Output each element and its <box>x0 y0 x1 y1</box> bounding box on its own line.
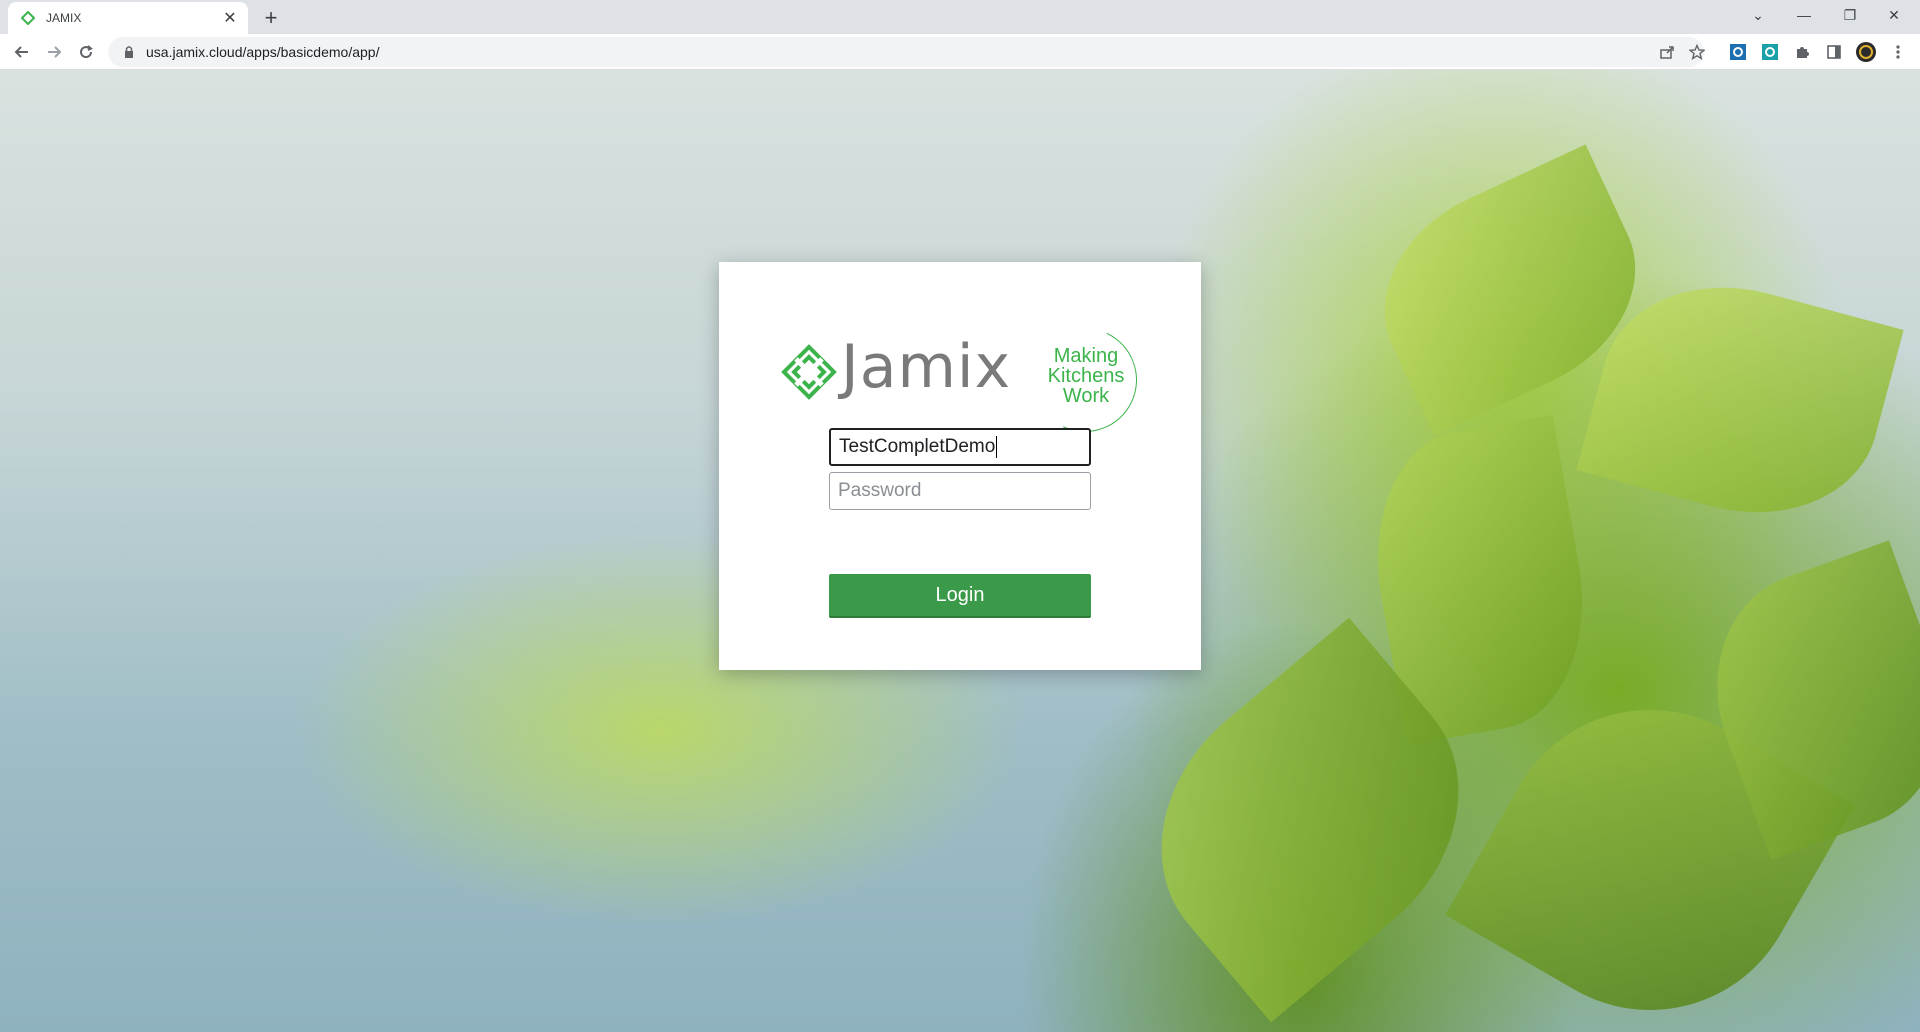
tagline-line: Making <box>1053 345 1119 367</box>
text-caret <box>996 436 998 458</box>
username-value: TestCompletDemo <box>839 436 996 457</box>
jamix-wordmark: Jamix <box>841 332 1012 402</box>
username-field[interactable]: TestCompletDemo <box>829 428 1091 466</box>
lock-icon[interactable] <box>122 45 136 59</box>
browser-tab-bar: JAMIX ✕ + ⌄ — ❐ ✕ <box>0 0 1920 34</box>
address-bar[interactable]: usa.jamix.cloud/apps/basicdemo/app/ <box>108 37 1705 67</box>
side-panel-icon[interactable] <box>1823 41 1845 63</box>
login-button[interactable]: Login <box>829 574 1091 618</box>
url-text: usa.jamix.cloud/apps/basicdemo/app/ <box>146 44 380 60</box>
tab-close-icon[interactable]: ✕ <box>220 8 240 28</box>
login-page-background: Jamix Making Kitchens Work TestCompletDe… <box>0 70 1920 1032</box>
chevron-down-icon[interactable]: ⌄ <box>1736 0 1780 30</box>
menu-dots-icon[interactable] <box>1887 41 1909 63</box>
profile-avatar-icon[interactable] <box>1855 41 1877 63</box>
tab-title: JAMIX <box>46 11 82 25</box>
tagline: Making Kitchens Work <box>1043 346 1129 406</box>
extension-1-icon[interactable] <box>1727 41 1749 63</box>
browser-tab[interactable]: JAMIX ✕ <box>8 2 248 34</box>
tagline-line: Kitchens <box>1047 365 1125 387</box>
jamix-favicon-icon <box>20 10 36 26</box>
extension-2-icon[interactable] <box>1759 41 1781 63</box>
back-icon[interactable] <box>8 38 36 66</box>
close-window-icon[interactable]: ✕ <box>1872 0 1916 30</box>
browser-toolbar: usa.jamix.cloud/apps/basicdemo/app/ <box>0 34 1920 70</box>
forward-icon[interactable] <box>40 38 68 66</box>
share-icon[interactable] <box>1656 41 1678 63</box>
restore-icon[interactable]: ❐ <box>1828 0 1872 30</box>
password-placeholder: Password <box>838 480 922 501</box>
password-field[interactable]: Password <box>829 472 1091 510</box>
jamix-logo-mark-icon <box>781 344 837 400</box>
tagline-line: Work <box>1062 385 1110 407</box>
reload-icon[interactable] <box>72 38 100 66</box>
login-card: Jamix Making Kitchens Work TestCompletDe… <box>719 262 1201 670</box>
bookmark-star-icon[interactable] <box>1686 41 1708 63</box>
new-tab-button[interactable]: + <box>258 5 284 31</box>
jamix-logo: Jamix Making Kitchens Work <box>781 313 1152 447</box>
minimize-icon[interactable]: — <box>1782 0 1826 30</box>
puzzle-icon[interactable] <box>1791 41 1813 63</box>
